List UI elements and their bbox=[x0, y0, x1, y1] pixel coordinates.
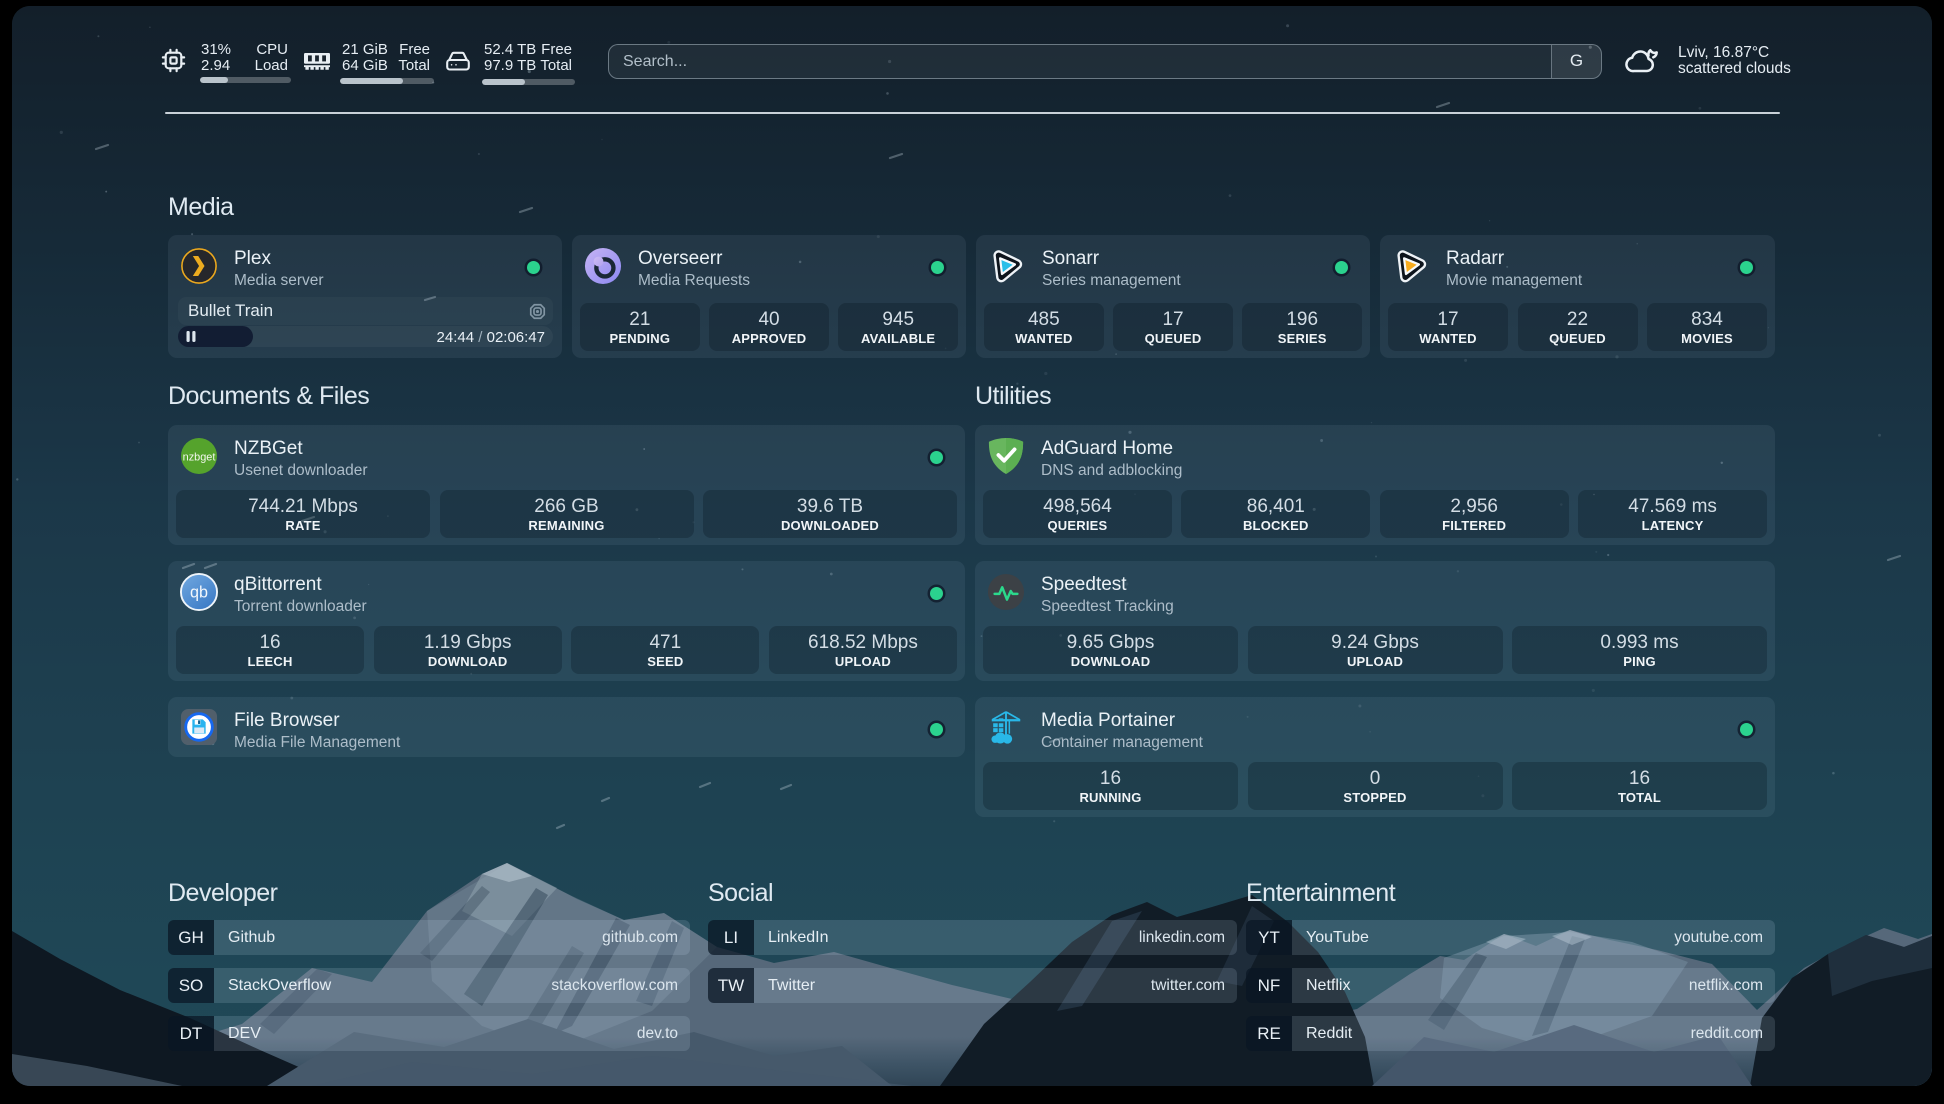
svg-text:nzbget: nzbget bbox=[183, 451, 216, 463]
svg-text:qb: qb bbox=[190, 584, 208, 602]
